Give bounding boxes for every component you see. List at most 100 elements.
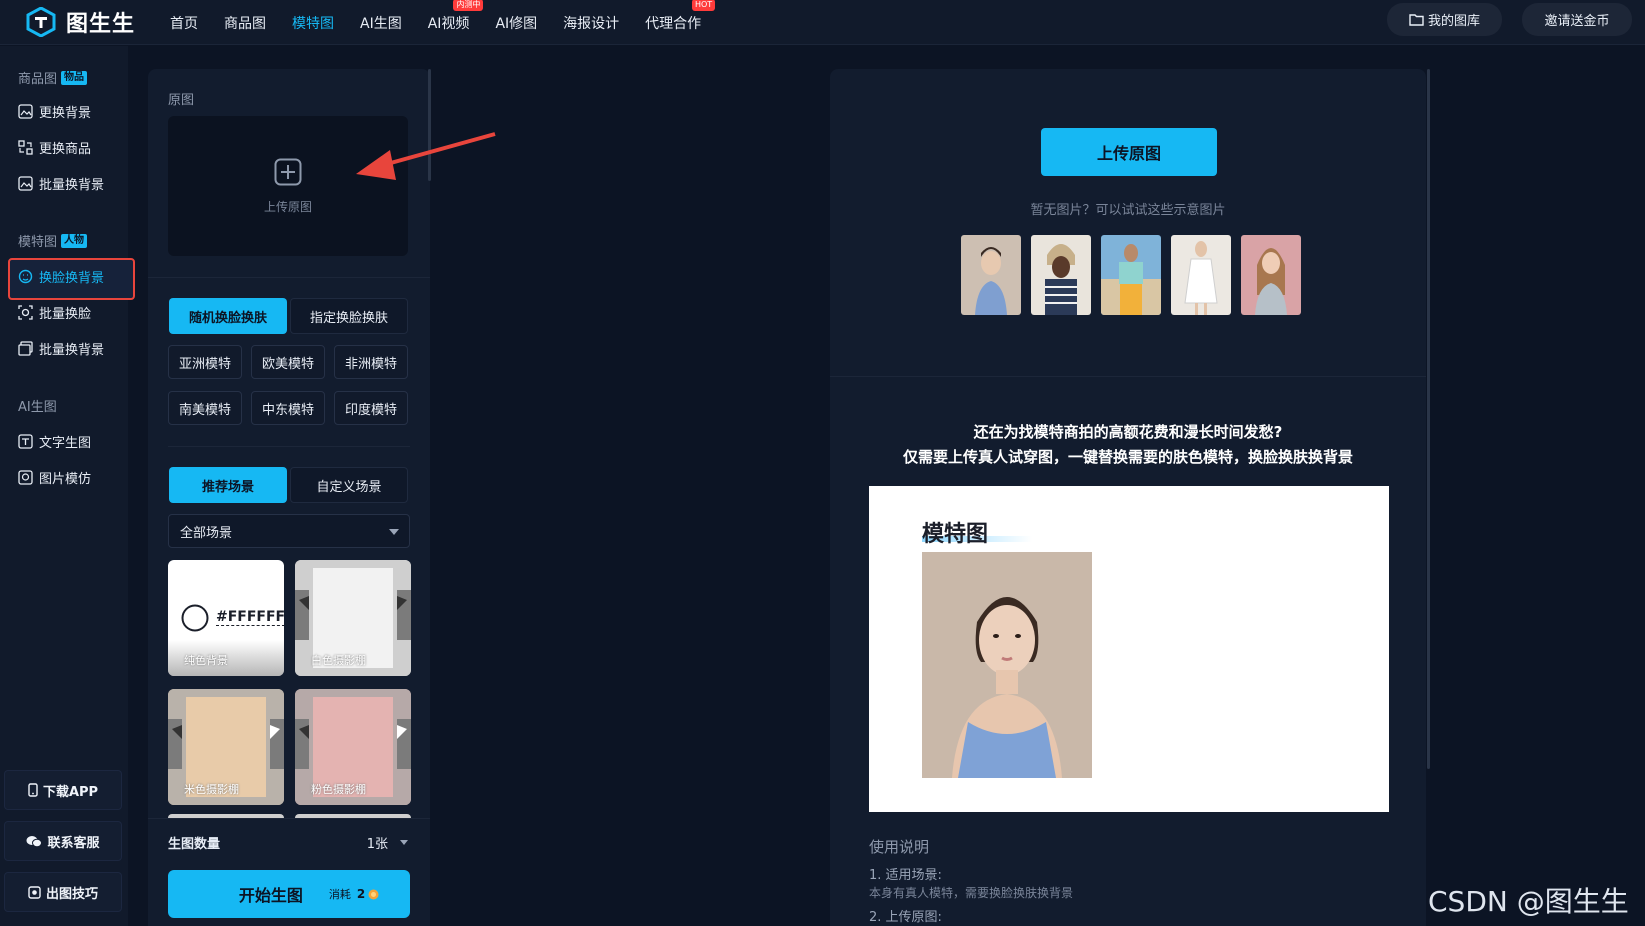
preview-scrollbar[interactable] <box>1427 69 1430 769</box>
my-library-label: 我的图库 <box>1427 14 1480 29</box>
usage-item-1: 1. 适用场景: <box>869 868 942 883</box>
image-edit-icon <box>18 175 33 191</box>
sidebar-item-label: 批量换背景 <box>39 342 105 358</box>
demo-image-card: 模特图 <box>869 486 1389 812</box>
image-copy-icon <box>18 469 33 485</box>
sample-image-5[interactable] <box>1241 235 1301 315</box>
panel-divider <box>148 277 430 278</box>
my-library-button[interactable]: 我的图库 <box>1387 3 1502 36</box>
tab-random-face-swap[interactable]: 随机换脸换肤 <box>169 298 287 334</box>
nav-ai-image[interactable]: AI生图 <box>360 13 402 33</box>
beta-badge: 内测中 <box>453 0 484 11</box>
cost-value: 2 <box>356 887 366 901</box>
scene-pink-studio[interactable]: 粉色摄影棚 <box>295 689 411 805</box>
tips-button[interactable]: 出图技巧 <box>4 872 122 912</box>
contact-support-label: 联系客服 <box>47 835 100 851</box>
image-tips-icon <box>28 885 41 899</box>
tab-specified-face-swap[interactable]: 指定换脸换肤 <box>290 298 408 334</box>
logo[interactable]: 图生生 <box>26 5 135 39</box>
watermark: CSDN @图生生 <box>1428 885 1629 918</box>
annotation-arrow <box>356 132 496 180</box>
demo-title: 模特图 <box>922 522 989 547</box>
nav-product[interactable]: 商品图 <box>224 13 266 33</box>
image-count-row: 生图数量 1张 <box>168 833 410 853</box>
scene-white-studio[interactable]: 白色摄影棚 <box>295 560 411 676</box>
image-count-value[interactable]: 1张 <box>367 833 388 852</box>
tips-label: 出图技巧 <box>45 886 98 902</box>
nav-agent[interactable]: 代理合作 HOT <box>645 0 716 33</box>
sample-photo <box>1241 235 1301 315</box>
sidebar-item-face-swap-bg[interactable]: 换脸换背景 <box>18 265 104 287</box>
folder-icon <box>1409 14 1424 26</box>
chip-latin-model[interactable]: 南美模特 <box>168 391 242 425</box>
sidebar-item-label: 更换背景 <box>39 105 92 121</box>
sample-image-4[interactable] <box>1171 235 1231 315</box>
chevron-down-icon <box>389 529 399 535</box>
sidebar-item-batch-bg[interactable]: 批量换背景 <box>18 172 104 194</box>
scene-beige-studio[interactable]: 米色摄影棚 <box>168 689 284 805</box>
scene-hex-value: #FFFFFF <box>216 609 284 626</box>
nav-product-label: 商品图 <box>224 15 266 32</box>
tab-recommended-scene[interactable]: 推荐场景 <box>169 467 287 503</box>
section-tag: 物品 <box>61 70 88 85</box>
invite-button[interactable]: 邀请送金币 <box>1522 3 1632 36</box>
face-scan-icon <box>18 304 33 320</box>
chip-middle-east-model[interactable]: 中东模特 <box>251 391 325 425</box>
nav-poster-label: 海报设计 <box>563 15 620 32</box>
chip-western-model[interactable]: 欧美模特 <box>251 345 325 379</box>
sidebar-item-label: 换脸换背景 <box>39 270 105 286</box>
preview-divider <box>830 376 1426 377</box>
sidebar-item-change-bg[interactable]: 更换背景 <box>18 100 91 122</box>
sample-image-2[interactable] <box>1031 235 1091 315</box>
chip-asian-model[interactable]: 亚洲模特 <box>168 345 242 379</box>
sidebar-item-batch-bg-model[interactable]: 批量换背景 <box>18 337 104 359</box>
nav-home[interactable]: 首页 <box>170 13 198 33</box>
hot-badge: HOT <box>691 0 716 11</box>
tab-custom-scene[interactable]: 自定义场景 <box>290 467 408 503</box>
sample-photo <box>1171 235 1231 315</box>
sample-image-1[interactable] <box>961 235 1021 315</box>
nav-ai-video-label: AI视频 <box>427 15 470 32</box>
scene-caption: 米色摄影棚 <box>184 783 239 796</box>
plus-icon <box>274 158 302 186</box>
sidebar-item-change-product[interactable]: 更换商品 <box>18 136 91 158</box>
chip-indian-model[interactable]: 印度模特 <box>334 391 408 425</box>
nav-poster[interactable]: 海报设计 <box>563 13 619 33</box>
main-nav: 首页 商品图 模特图 AI生图 AI视频 内测中 AI修图 海报设计 代理合作 HO… <box>170 0 727 45</box>
nav-model[interactable]: 模特图 <box>292 13 334 33</box>
demo-model-photo <box>922 552 1092 778</box>
download-app-button[interactable]: 下载APP <box>4 770 122 810</box>
chevron-down-icon[interactable] <box>400 840 408 845</box>
scene-caption: 粉色摄影棚 <box>311 783 366 796</box>
logo-icon <box>26 7 56 37</box>
nav-agent-label: 代理合作 <box>645 15 702 32</box>
chip-african-model[interactable]: 非洲模特 <box>334 345 408 379</box>
nav-ai-video[interactable]: AI视频 内测中 <box>427 0 484 33</box>
face-swap-icon <box>18 269 33 283</box>
sidebar-item-text-to-image[interactable]: 文字生图 <box>18 430 91 452</box>
scene-solid-color[interactable]: #FFFFFF 纯色背景 <box>168 560 284 676</box>
upload-original-text: 上传原图 <box>263 200 312 214</box>
sidebar-item-label: 图片模仿 <box>39 471 92 487</box>
sample-image-3[interactable] <box>1101 235 1161 315</box>
section-title: AI生图 <box>18 400 57 415</box>
start-generate-button[interactable]: 开始生图 消耗 2 <box>168 870 410 918</box>
sidebar-item-label: 批量换背景 <box>39 177 105 193</box>
sample-photo <box>1031 235 1091 315</box>
contact-support-button[interactable]: 联系客服 <box>4 821 122 861</box>
sidebar-item-batch-face[interactable]: 批量换脸 <box>18 301 91 323</box>
usage-item-2: 2. 上传原图: <box>869 910 942 925</box>
sidebar-item-image-imitate[interactable]: 图片模仿 <box>18 466 91 488</box>
sample-photo <box>961 235 1021 315</box>
color-circle-icon <box>181 604 209 632</box>
logo-text: 图生生 <box>66 12 136 37</box>
scene-category-select[interactable]: 全部场景 <box>168 514 410 548</box>
swap-icon <box>18 139 33 155</box>
upload-original-button[interactable]: 上传原图 <box>1041 128 1217 176</box>
sidebar-item-label: 文字生图 <box>39 435 92 451</box>
promo-headline-2: 仅需要上传真人试穿图，一键替换需要的肤色模特，换脸换肤换背景 <box>902 448 1353 466</box>
panel-divider <box>168 446 410 447</box>
coin-icon <box>368 889 379 899</box>
section-title: 模特图 <box>18 235 58 250</box>
nav-ai-retouch[interactable]: AI修图 <box>495 13 537 33</box>
